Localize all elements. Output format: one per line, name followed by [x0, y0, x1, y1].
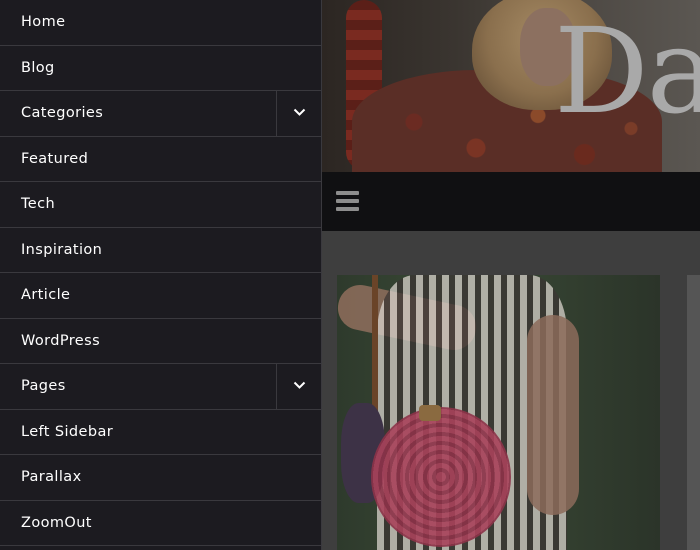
chevron-down-icon — [293, 381, 306, 389]
menu-item-article[interactable]: Article — [0, 273, 321, 319]
menu-item-label: Tech — [21, 196, 56, 212]
menu-item-label: Categories — [21, 105, 104, 121]
menu-item-zoomout[interactable]: ZoomOut — [0, 501, 321, 546]
menu-item-wordpress[interactable]: WordPress — [0, 319, 321, 364]
hero-banner: Da — [322, 0, 700, 172]
menu-item-left-sidebar[interactable]: Left Sidebar — [0, 410, 321, 455]
menu-item-label: Parallax — [21, 469, 82, 485]
menu-item-pages[interactable]: Pages — [0, 364, 321, 410]
menu-item-featured[interactable]: Featured — [0, 137, 321, 182]
menu-item-home[interactable]: Home — [0, 0, 321, 46]
menu-item-parallax[interactable]: Parallax — [0, 455, 321, 501]
menu-item-blog[interactable]: Blog — [0, 46, 321, 91]
menu-item-label: Pages — [21, 378, 66, 394]
site-logo[interactable]: Da — [554, 12, 700, 130]
page-content: Da — [322, 0, 700, 550]
photo-arm-right — [527, 315, 579, 515]
main-content — [322, 231, 700, 550]
menu-item-label: Article — [21, 287, 71, 303]
menu-item-inspiration[interactable]: Inspiration — [0, 228, 321, 273]
app-viewport: Da Home Blog Categories Featured Tech In… — [0, 0, 700, 550]
menu-item-label: Blog — [21, 59, 55, 76]
hamburger-menu-icon[interactable] — [336, 191, 359, 211]
menu-item-label: Home — [21, 14, 66, 30]
submenu-toggle-categories[interactable] — [276, 91, 321, 136]
post-thumbnail[interactable] — [337, 275, 660, 550]
offcanvas-menu: Home Blog Categories Featured Tech Inspi… — [0, 0, 322, 550]
menu-item-categories[interactable]: Categories — [0, 91, 321, 137]
menu-item-label: Inspiration — [21, 241, 103, 258]
submenu-toggle-pages[interactable] — [276, 364, 321, 409]
menu-item-label: Featured — [21, 150, 89, 167]
chevron-down-icon — [293, 108, 306, 116]
next-post-thumbnail[interactable] — [687, 275, 700, 550]
photo-round-basket-bag — [371, 407, 511, 547]
menu-item-tech[interactable]: Tech — [0, 182, 321, 228]
photo-bag-strap — [372, 275, 378, 425]
photo-bag-buckle — [419, 405, 441, 421]
menu-item-label: ZoomOut — [21, 514, 92, 531]
menu-item-label: Left Sidebar — [21, 423, 114, 440]
top-navbar — [322, 172, 700, 231]
menu-item-label: WordPress — [21, 332, 101, 349]
